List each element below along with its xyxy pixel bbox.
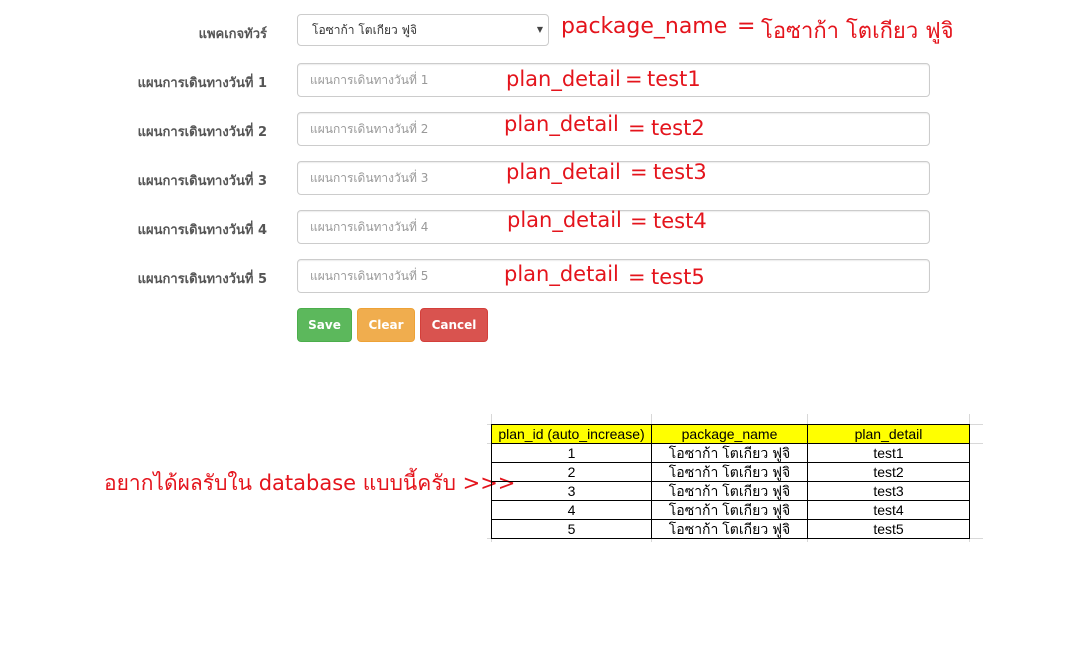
package-select-value: โอซาก้า โตเกียว ฟูจิ: [312, 23, 418, 37]
cell-plan-detail: test3: [807, 481, 970, 501]
table-row: 3 โอซาก้า โตเกียว ฟูจิ test3: [491, 481, 970, 501]
cell-package-name: โอซาก้า โตเกียว ฟูจิ: [651, 443, 808, 463]
plan-label-3: แผนการเดินทางวันที่ 3: [137, 174, 267, 189]
annotation-wish-text: อยากได้ผลรับใน database แบบนี้ครับ >>>: [104, 471, 516, 495]
cell-package-name: โอซาก้า โตเกียว ฟูจิ: [651, 462, 808, 482]
annotation-package-field: package_name: [561, 14, 728, 39]
cell-plan-id: 3: [491, 481, 652, 501]
annotation-plan-eq-5: =: [628, 265, 646, 289]
header-package-name: package_name: [651, 424, 808, 444]
plan-label-5: แผนการเดินทางวันที่ 5: [137, 272, 267, 287]
annotation-plan-value-4: test4: [653, 209, 707, 233]
annotation-plan-eq-4: =: [630, 209, 648, 233]
cell-package-name: โอซาก้า โตเกียว ฟูจิ: [651, 500, 808, 520]
plan-label-1: แผนการเดินทางวันที่ 1: [137, 76, 267, 91]
db-result-table: plan_id (auto_increase) package_name pla…: [491, 424, 970, 539]
annotation-plan-eq-3: =: [630, 160, 648, 184]
plan-label-4: แผนการเดินทางวันที่ 4: [137, 223, 267, 238]
cell-plan-id: 4: [491, 500, 652, 520]
annotation-plan-field-1: plan_detail: [506, 67, 621, 91]
chevron-down-icon: ▼: [536, 25, 543, 34]
plan-label-2: แผนการเดินทางวันที่ 2: [137, 125, 267, 140]
table-row: 4 โอซาก้า โตเกียว ฟูจิ test4: [491, 500, 970, 520]
cell-plan-detail: test1: [807, 443, 970, 463]
package-label: แพคเกจทัวร์: [198, 27, 267, 42]
annotation-plan-eq-2: =: [628, 116, 646, 140]
annotation-plan-value-2: test2: [651, 116, 705, 140]
header-plan-detail: plan_detail: [807, 424, 970, 444]
cell-plan-id: 1: [491, 443, 652, 463]
table-row: 5 โอซาก้า โตเกียว ฟูจิ test5: [491, 519, 970, 539]
table-row: 1 โอซาก้า โตเกียว ฟูจิ test1: [491, 443, 970, 463]
save-button[interactable]: Save: [297, 308, 352, 342]
table-header-row: plan_id (auto_increase) package_name pla…: [491, 424, 970, 444]
annotation-plan-field-5: plan_detail: [504, 262, 619, 286]
cell-package-name: โอซาก้า โตเกียว ฟูจิ: [651, 519, 808, 539]
annotation-plan-field-3: plan_detail: [506, 160, 621, 184]
cell-plan-id: 5: [491, 519, 652, 539]
annotation-package-eq: =: [737, 14, 756, 39]
cell-package-name: โอซาก้า โตเกียว ฟูจิ: [651, 481, 808, 501]
annotation-package-value: โอซาก้า โตเกียว ฟูจิ: [761, 19, 954, 44]
table-row: 2 โอซาก้า โตเกียว ฟูจิ test2: [491, 462, 970, 482]
cancel-button[interactable]: Cancel: [420, 308, 488, 342]
annotation-plan-field-4: plan_detail: [507, 208, 622, 232]
cell-plan-id: 2: [491, 462, 652, 482]
annotation-plan-value-5: test5: [651, 265, 705, 289]
annotation-plan-eq-1: =: [625, 67, 643, 91]
cell-plan-detail: test5: [807, 519, 970, 539]
package-select[interactable]: โอซาก้า โตเกียว ฟูจิ ▼: [297, 14, 549, 46]
cell-plan-detail: test4: [807, 500, 970, 520]
annotation-plan-field-2: plan_detail: [504, 112, 619, 136]
clear-button[interactable]: Clear: [357, 308, 415, 342]
annotation-plan-value-3: test3: [653, 160, 707, 184]
annotation-plan-value-1: test1: [647, 67, 701, 91]
header-plan-id: plan_id (auto_increase): [491, 424, 652, 444]
cell-plan-detail: test2: [807, 462, 970, 482]
